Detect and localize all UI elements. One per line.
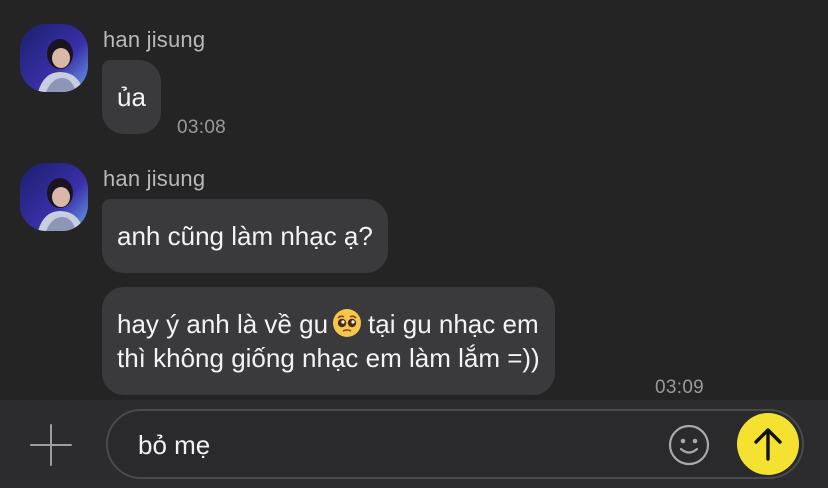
arrow-up-icon <box>754 428 782 461</box>
message-text: hay ý anh là về gu <box>117 309 329 339</box>
message-time: 03:08 <box>177 117 227 138</box>
message-composer: bỏ mẹ <box>0 400 828 488</box>
message-bubble[interactable]: ủa <box>102 60 161 134</box>
plus-icon[interactable] <box>30 424 72 466</box>
chat-window: han jisung ủa 03:08 han jisung anh cũng … <box>0 0 828 400</box>
message-text: anh cũng làm nhạc ạ? <box>117 221 373 251</box>
pleading-face-emoji <box>333 309 362 337</box>
message-input-text: bỏ mẹ <box>138 430 211 460</box>
message-text: ủa <box>117 82 146 112</box>
sender-name: han jisung <box>103 166 206 191</box>
message-bubble[interactable]: hay ý anh là về gu tại gu nhạc em thì kh… <box>102 287 555 395</box>
message-bubble[interactable]: anh cũng làm nhạc ạ? <box>102 199 388 273</box>
sender-name: han jisung <box>103 27 206 52</box>
send-button[interactable] <box>737 413 799 475</box>
message-input[interactable]: bỏ mẹ <box>106 409 804 479</box>
smiley-icon[interactable] <box>668 424 710 466</box>
message-text-line: hay ý anh là về gu tại gu nhạc em <box>117 307 540 341</box>
avatar[interactable] <box>20 24 88 92</box>
message-time: 03:09 <box>655 377 705 398</box>
message-text-line: thì không giống nhạc em làm lắm =)) <box>117 343 540 373</box>
avatar[interactable] <box>20 163 88 231</box>
message-text: tại gu nhạc em <box>368 309 539 339</box>
